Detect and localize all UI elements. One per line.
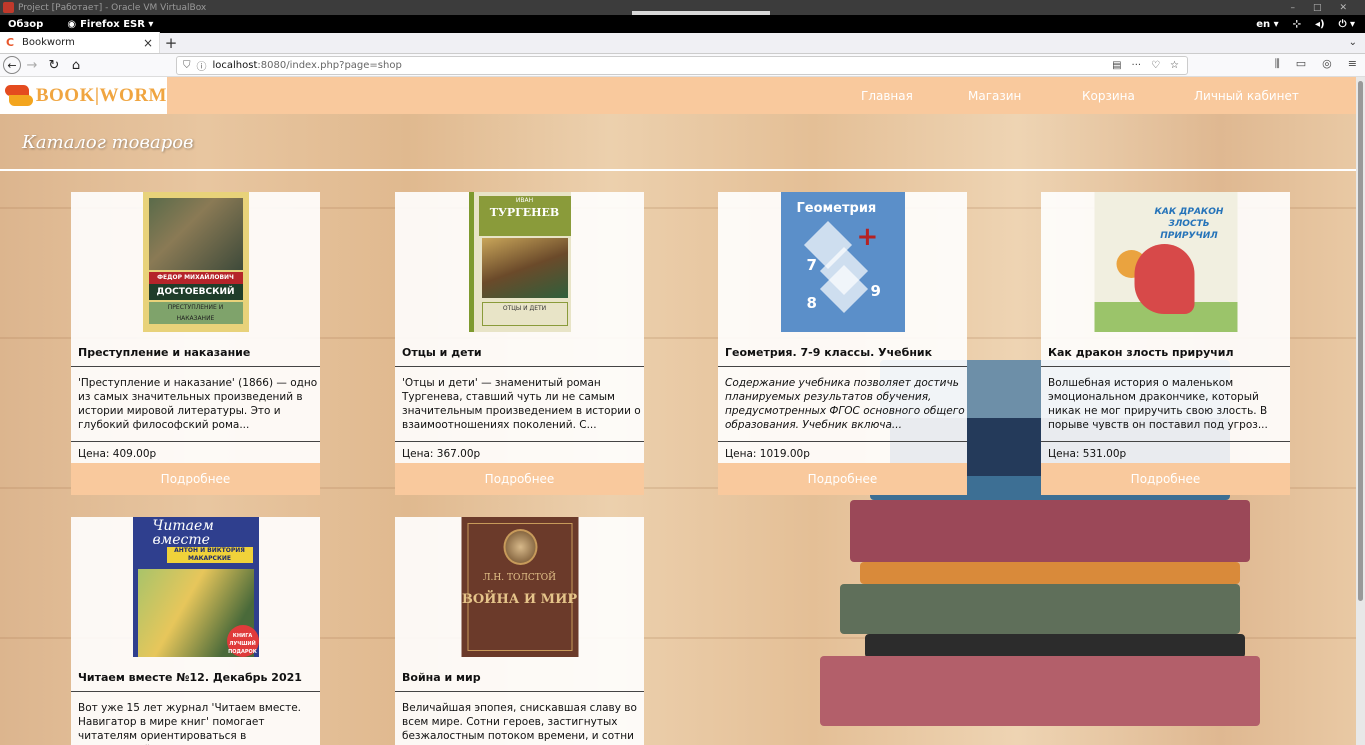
pocket-icon[interactable]: ♡ [1151, 60, 1160, 71]
info-icon[interactable]: ⓘ [197, 58, 207, 73]
product-name: Читаем вместе №12. Декабрь 2021 [78, 671, 302, 684]
tab-close-icon[interactable]: × [143, 36, 153, 50]
divider [71, 441, 320, 442]
book-cover-image[interactable]: Геометрия + 7 8 9 [780, 192, 905, 332]
book-cover-image[interactable]: Л.Н. ТОЛСТОЙ ВОЙНА И МИР [461, 517, 578, 657]
volume-icon[interactable]: ◂) [1315, 19, 1325, 30]
divider [0, 169, 1356, 171]
reader-view-icon[interactable]: ▤ [1112, 60, 1121, 71]
book-spine [820, 656, 1260, 726]
product-description: Содержание учебника позволяет достичь пл… [725, 377, 965, 431]
product-description: 'Преступление и наказание' (1866) — одно… [78, 377, 318, 431]
account-icon[interactable]: ◎ [1322, 57, 1332, 71]
virtualbox-icon [3, 2, 14, 13]
shield-icon[interactable]: ⛉ [183, 60, 191, 71]
product-card: ФЕДОР МИХАЙЛОВИЧ ДОСТОЕВСКИЙ ПРЕСТУПЛЕНИ… [71, 192, 320, 495]
nav-link-cart[interactable]: Корзина [1082, 89, 1135, 103]
details-button[interactable]: Подробнее [1041, 463, 1290, 495]
product-card: Л.Н. ТОЛСТОЙ ВОЙНА И МИР Война и мир Вел… [395, 517, 644, 745]
app-menu[interactable]: ◉ Firefox ESR ▾ [67, 19, 153, 30]
book-spine [865, 634, 1245, 658]
product-price: Цена: 531.00р [1048, 448, 1127, 460]
page-title: Каталог товаров [22, 132, 194, 153]
url-text: localhost:8080/index.php?page=shop [212, 60, 402, 71]
product-description: Вот уже 15 лет журнал 'Читаем вместе. На… [78, 702, 301, 745]
vbox-titlebar: Project [Работает] - Oracle VM VirtualBo… [0, 0, 1365, 15]
url-bar[interactable]: ⛉ ⓘ localhost:8080/index.php?page=shop ▤… [176, 56, 1188, 75]
divider [395, 441, 644, 442]
book-cover-image[interactable]: ФЕДОР МИХАЙЛОВИЧ ДОСТОЕВСКИЙ ПРЕСТУПЛЕНИ… [142, 192, 249, 332]
book-spine [860, 562, 1240, 584]
divider [1041, 366, 1290, 367]
product-description: 'Отцы и дети' — знаменитый роман Тургене… [402, 377, 641, 431]
minimize-icon[interactable]: – [1290, 3, 1295, 13]
power-icon[interactable]: ⏻ ▾ [1339, 19, 1355, 30]
nav-link-home[interactable]: Главная [861, 89, 913, 103]
book-cover-image[interactable]: ИВАН ТУРГЕНЕВ ОТЦЫ И ДЕТИ [468, 192, 571, 332]
divider [395, 366, 644, 367]
close-icon[interactable]: ✕ [1339, 3, 1347, 13]
tab-title: Bookworm [22, 37, 75, 48]
menu-icon[interactable]: ≡ [1348, 57, 1357, 71]
logo-text: BOOK|WORM [35, 84, 167, 106]
divider [71, 691, 320, 692]
details-button[interactable]: Подробнее [71, 463, 320, 495]
bookmark-star-icon[interactable]: ☆ [1170, 60, 1179, 71]
divider [718, 441, 967, 442]
details-button[interactable]: Подробнее [718, 463, 967, 495]
product-name: Преступление и наказание [78, 346, 251, 359]
book-cover-image[interactable]: КАК ДРАКОН ЗЛОСТЬ ПРИРУЧИЛ [1094, 192, 1237, 332]
product-price: Цена: 1019.00р [725, 448, 810, 460]
forward-icon[interactable]: → [21, 55, 43, 75]
tab-bookworm[interactable]: C Bookworm × [0, 32, 160, 53]
product-price: Цена: 367.00р [402, 448, 481, 460]
restore-icon[interactable]: □ [1313, 3, 1322, 13]
details-button[interactable]: Подробнее [395, 463, 644, 495]
product-name: Геометрия. 7-9 классы. Учебник [725, 346, 933, 359]
back-icon[interactable]: ← [3, 56, 21, 74]
product-description: Величайшая эпопея, снискавшая славу во в… [402, 702, 637, 742]
network-icon[interactable]: ⊹ [1293, 19, 1301, 30]
product-name: Отцы и дети [402, 346, 482, 359]
page-viewport: BOOK|WORM Главная Магазин Корзина Личный… [0, 77, 1356, 745]
language-selector[interactable]: en ▾ [1256, 19, 1278, 30]
divider [395, 691, 644, 692]
activities-button[interactable]: Обзор [8, 19, 43, 30]
gnome-topbar: Обзор ◉ Firefox ESR ▾ en ▾ ⊹ ◂) ⏻ ▾ [0, 15, 1365, 33]
vbox-title: Project [Работает] - Oracle VM VirtualBo… [18, 2, 207, 13]
site-header: BOOK|WORM Главная Магазин Корзина Личный… [0, 77, 1356, 114]
product-description: Волшебная история о маленьком эмоциональ… [1048, 377, 1268, 431]
divider [71, 366, 320, 367]
reload-icon[interactable]: ↻ [43, 55, 65, 75]
library-icon[interactable]: ⫼ [1275, 57, 1280, 71]
product-card: Читаем вместе АНТОН И ВИКТОРИЯ МАКАРСКИЕ… [71, 517, 320, 745]
divider [1041, 441, 1290, 442]
product-name: Как дракон злость приручил [1048, 346, 1234, 359]
nav-link-account[interactable]: Личный кабинет [1194, 89, 1299, 103]
new-tab-button[interactable]: + [160, 33, 182, 53]
logo-mark-icon [5, 83, 33, 109]
list-all-tabs-icon[interactable]: ⌄ [1349, 33, 1365, 53]
scrollbar-thumb[interactable] [1358, 81, 1363, 601]
firefox-icon: ◉ [67, 18, 77, 30]
magazine-cover-image[interactable]: Читаем вместе АНТОН И ВИКТОРИЯ МАКАРСКИЕ… [132, 517, 259, 657]
product-card: ИВАН ТУРГЕНЕВ ОТЦЫ И ДЕТИ Отцы и дети 'От… [395, 192, 644, 495]
app-menu-label: Firefox ESR ▾ [80, 18, 154, 30]
book-spine [850, 500, 1250, 562]
product-card: Геометрия + 7 8 9 Геометрия. 7-9 классы.… [718, 192, 967, 495]
home-icon[interactable]: ⌂ [65, 55, 87, 75]
bookworm-favicon-icon: C [6, 36, 15, 49]
product-price: Цена: 409.00р [78, 448, 157, 460]
nav-toolbar: ← → ↻ ⌂ ⛉ ⓘ localhost:8080/index.php?pag… [0, 54, 1365, 77]
nav-link-shop[interactable]: Магазин [968, 89, 1021, 103]
tab-strip: C Bookworm × + ⌄ [0, 32, 1365, 54]
divider [718, 366, 967, 367]
sidebar-icon[interactable]: ▭ [1296, 57, 1306, 71]
site-logo[interactable]: BOOK|WORM [0, 77, 167, 114]
product-card: КАК ДРАКОН ЗЛОСТЬ ПРИРУЧИЛ Как дракон зл… [1041, 192, 1290, 495]
page-scrollbar[interactable] [1356, 77, 1365, 745]
page-actions-icon[interactable]: ··· [1132, 60, 1142, 71]
book-spine [840, 584, 1240, 634]
product-name: Война и мир [402, 671, 481, 684]
